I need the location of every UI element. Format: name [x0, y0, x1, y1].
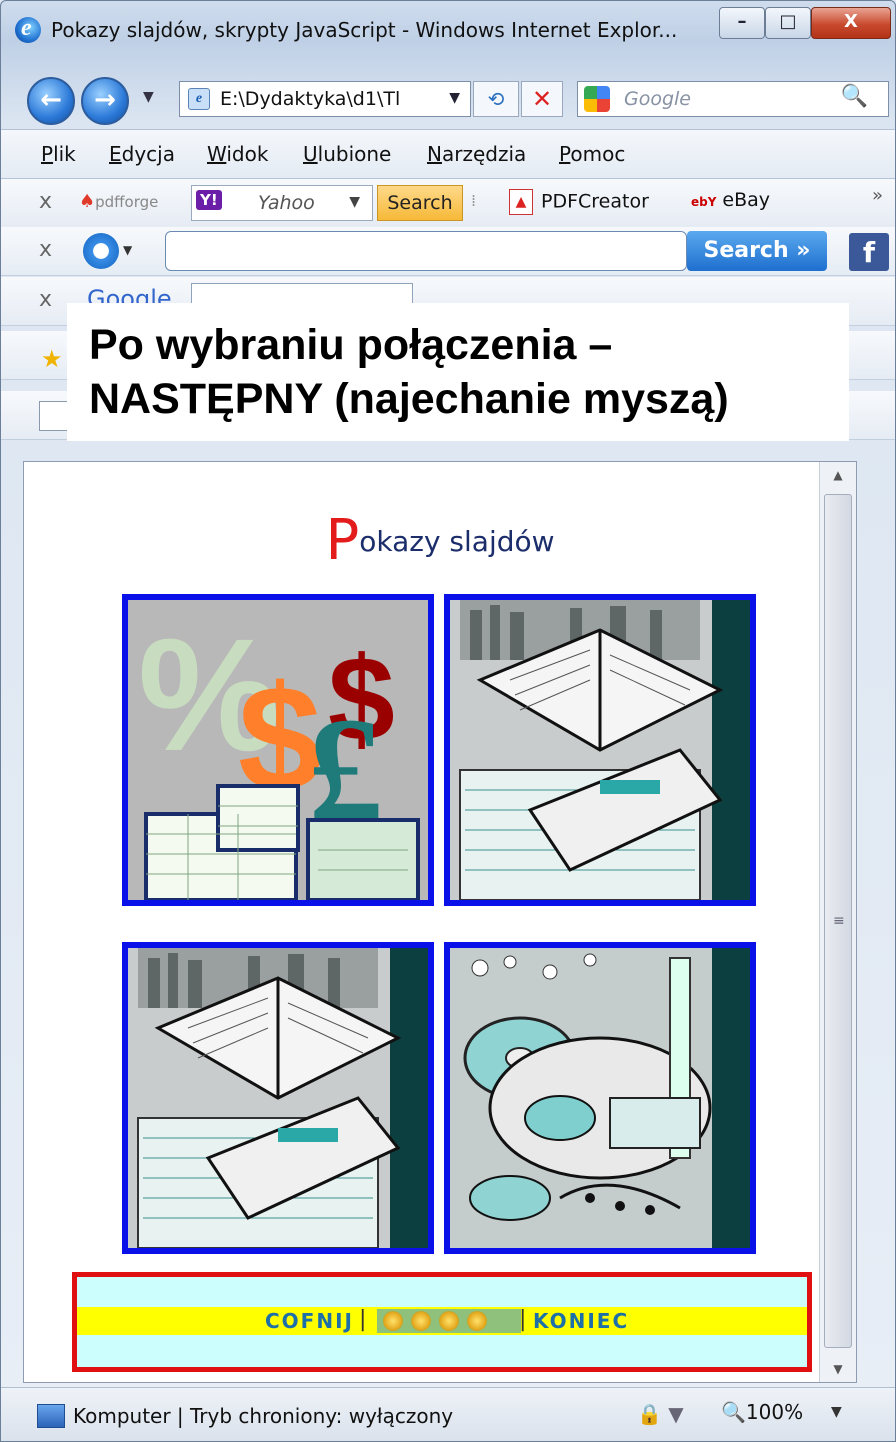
close-window-button[interactable]: X — [811, 7, 891, 39]
toolbar-close-icon[interactable]: x — [39, 189, 52, 214]
pdfcreator-label: PDFCreator — [541, 190, 649, 213]
page-icon: e — [188, 88, 210, 110]
slide-4-icon[interactable] — [467, 1311, 487, 1331]
scroll-up-icon[interactable]: ▲ — [820, 468, 856, 482]
pdfforge-icon: ♠ — [79, 191, 96, 212]
menu-widok[interactable]: Widok — [207, 142, 268, 166]
address-dropdown-icon[interactable]: ▼ — [449, 90, 460, 106]
menu-edycja[interactable]: Edycja — [109, 142, 175, 166]
end-link[interactable]: KONIEC — [533, 1309, 629, 1333]
caption-line-1: Po wybraniu połączenia – — [89, 321, 613, 369]
toolbar-close-icon[interactable]: x — [39, 287, 52, 312]
back-arrow-icon: ← — [40, 85, 62, 115]
ebay-label: eBay — [722, 189, 771, 211]
zoom-dropdown-icon[interactable]: ▼ — [831, 1404, 842, 1420]
back-button[interactable]: ← — [27, 77, 75, 125]
favorites-star-icon[interactable]: ★ — [41, 345, 63, 373]
slide-caption: Po wybraniu połączenia – NASTĘPNY (najec… — [67, 303, 849, 441]
heading-initial: P — [325, 508, 360, 573]
forward-arrow-icon: → — [94, 85, 116, 115]
search-input[interactable]: Google — [624, 88, 691, 110]
menu-narzedzia[interactable]: Narzędzia — [427, 142, 526, 166]
nav-separator: | — [359, 1307, 367, 1332]
pdf-icon: ▲ — [509, 189, 533, 215]
refresh-button[interactable]: ⟲ — [473, 81, 519, 117]
minimize-button[interactable]: – — [719, 7, 765, 39]
pdfcreator-button[interactable]: ▲ PDFCreator — [509, 189, 649, 215]
navigation-bar: ← → ▼ e E:\Dydaktyka\d1\Tl ▼ ⟲ ✕ Google … — [1, 71, 895, 125]
maximize-button[interactable]: □ — [765, 7, 811, 39]
vertical-scrollbar[interactable]: ▲ ≡ ▼ — [819, 462, 856, 1382]
previous-link[interactable]: COFNIJ — [265, 1309, 354, 1333]
messenger-dropdown-icon[interactable]: ▼ — [123, 243, 132, 257]
recent-pages-dropdown[interactable]: ▼ — [143, 89, 154, 105]
slide-thumbnails — [377, 1309, 521, 1333]
address-bar[interactable]: e E:\Dydaktyka\d1\Tl ▼ — [179, 81, 471, 117]
scroll-thumb[interactable]: ≡ — [824, 494, 852, 1348]
messenger-logo-icon[interactable] — [83, 233, 119, 269]
yahoo-dropdown-icon[interactable]: ▼ — [349, 194, 360, 210]
forward-button[interactable]: → — [81, 77, 129, 125]
security-icon[interactable]: 🔒 ▼ — [637, 1402, 684, 1426]
zoom-value: 100% — [745, 1400, 804, 1424]
security-dropdown-icon[interactable]: ▼ — [668, 1402, 683, 1426]
messenger-search-button[interactable]: Search » — [687, 231, 827, 271]
close-icon: X — [844, 11, 858, 32]
scroll-grip-icon: ≡ — [833, 913, 845, 929]
facebook-icon[interactable]: f — [849, 233, 889, 271]
minimize-icon: – — [737, 11, 747, 32]
yahoo-placeholder: Yahoo — [258, 192, 315, 214]
yahoo-search-button[interactable]: Search — [377, 185, 463, 221]
computer-zone-icon — [37, 1404, 65, 1428]
menu-bar: Plik Edycja Widok Ulubione Narzędzia Pom… — [1, 129, 895, 179]
page-heading: Pokazy slajdów — [24, 508, 856, 573]
yahoo-logo-icon: Y! — [196, 190, 222, 210]
ebay-button[interactable]: ebY eBay — [691, 189, 770, 211]
page-viewport: Pokazy slajdów % $ $ £ COFNIJ | | KONIEC… — [23, 461, 857, 1383]
quick-tabs-icon[interactable] — [39, 401, 69, 431]
zoom-level[interactable]: 🔍100% — [721, 1400, 803, 1424]
caption-line-2: NASTĘPNY (najechanie myszą) — [89, 375, 729, 423]
ebay-icon: ebY — [691, 195, 717, 209]
search-box[interactable]: Google 🔍 — [577, 81, 889, 117]
nav-separator: | — [519, 1307, 527, 1332]
navigation-strip: COFNIJ | | KONIEC — [77, 1307, 807, 1335]
slide-image-music[interactable] — [444, 942, 756, 1254]
more-chevron-icon[interactable]: » — [872, 185, 883, 206]
yahoo-toolbar: x ♠pdfforge Y! Yahoo ▼ Search ⁞ ▲ PDFCrea… — [1, 179, 895, 228]
status-text: Komputer | Tryb chroniony: wyłączony — [73, 1404, 454, 1428]
heading-text: okazy slajdów — [359, 525, 555, 558]
title-bar: Pokazy slajdów, skrypty JavaScript - Win… — [1, 1, 895, 59]
browser-window: Pokazy slajdów, skrypty JavaScript - Win… — [0, 0, 896, 1442]
slide-navigation: COFNIJ | | KONIEC — [72, 1272, 812, 1372]
toolbar-separator: ⁞ — [471, 191, 477, 210]
pdfforge-label: pdfforge — [95, 193, 159, 211]
slide-image-finance[interactable]: % $ $ £ — [122, 594, 434, 906]
window-title: Pokazy slajdów, skrypty JavaScript - Win… — [51, 18, 678, 42]
slide-image-books-2[interactable] — [122, 942, 434, 1254]
messenger-search-input[interactable] — [165, 231, 687, 271]
stop-button[interactable]: ✕ — [521, 81, 563, 117]
menu-plik[interactable]: Plik — [41, 142, 76, 166]
search-icon[interactable]: 🔍 — [841, 84, 868, 109]
menu-pomoc[interactable]: Pomoc — [559, 142, 625, 166]
pdfforge-logo[interactable]: ♠pdfforge — [79, 191, 158, 212]
slide-2-icon[interactable] — [411, 1311, 431, 1331]
maximize-icon: □ — [779, 11, 797, 32]
slide-3-icon[interactable] — [439, 1311, 459, 1331]
yahoo-search-field[interactable]: Y! Yahoo ▼ — [191, 185, 373, 221]
menu-ulubione[interactable]: Ulubione — [303, 142, 391, 166]
address-input[interactable]: E:\Dydaktyka\d1\Tl — [220, 88, 400, 110]
ie-logo-icon — [15, 15, 41, 43]
scroll-down-icon[interactable]: ▼ — [820, 1362, 856, 1376]
google-logo-icon — [584, 86, 610, 112]
slide-image-books-1[interactable] — [444, 594, 756, 906]
messenger-toolbar: x ▼ Search » f — [1, 227, 895, 276]
slide-1-icon[interactable] — [383, 1311, 403, 1331]
status-bar: Komputer | Tryb chroniony: wyłączony 🔒 ▼… — [1, 1387, 895, 1441]
toolbar-close-icon[interactable]: x — [39, 237, 52, 262]
